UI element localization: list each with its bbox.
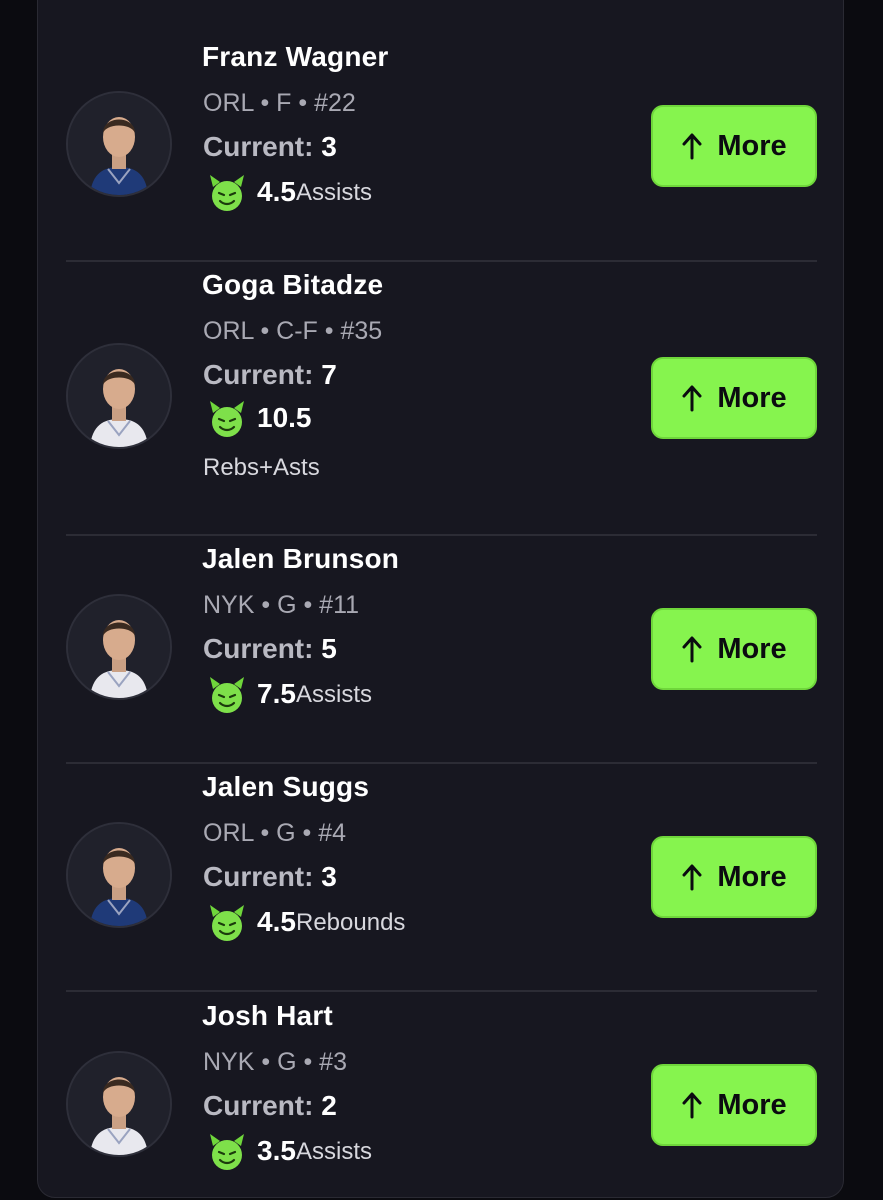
arrow-up-icon (682, 864, 702, 891)
current-stat: Current: 7 (203, 359, 337, 391)
more-button[interactable]: More (651, 836, 817, 918)
current-label: Current: (203, 1090, 314, 1121)
line-value: 3.5 (257, 1135, 296, 1166)
current-value: 3 (321, 861, 337, 892)
player-meta: NYK • G • #3 (203, 1048, 347, 1077)
arrow-up-icon (682, 385, 702, 412)
more-button[interactable]: More (651, 105, 817, 187)
arrow-up-icon (682, 133, 702, 160)
more-button-label: More (717, 632, 787, 665)
more-button[interactable]: More (651, 608, 817, 690)
line-value: 7.5 (257, 678, 296, 709)
more-button-label: More (717, 381, 787, 414)
player-avatar (66, 594, 172, 700)
row-divider (66, 762, 817, 764)
current-label: Current: (203, 861, 314, 892)
separator-dot: • (324, 317, 341, 345)
current-stat: Current: 3 (203, 861, 337, 893)
devil-face-icon (208, 399, 246, 439)
line-value: 4.5 (257, 176, 296, 207)
separator-dot: • (303, 1048, 320, 1076)
player-name: Jalen Brunson (202, 543, 400, 574)
player-name: Josh Hart (202, 1000, 333, 1031)
more-button-label: More (717, 1088, 787, 1121)
separator-dot: • (261, 1048, 278, 1076)
more-button[interactable]: More (651, 1064, 817, 1146)
jersey-number: #35 (340, 317, 383, 345)
arrow-up-icon (682, 636, 702, 663)
devil-face-icon (208, 1132, 246, 1172)
separator-dot: • (261, 591, 278, 619)
player-meta: ORL • F • #22 (203, 89, 356, 118)
player-position: F (276, 89, 292, 117)
stat-type: Rebs+Asts (203, 454, 320, 481)
more-button-label: More (717, 129, 787, 162)
player-avatar (66, 1051, 172, 1157)
line-value: 4.5 (257, 906, 296, 937)
player-name: Jalen Suggs (202, 771, 370, 802)
team-abbr: ORL (203, 819, 254, 847)
current-stat: Current: 5 (203, 633, 337, 665)
current-stat: Current: 2 (203, 1090, 337, 1122)
devil-face-icon (208, 675, 246, 715)
player-position: G (276, 819, 296, 847)
stat-type: Assists (296, 179, 373, 206)
separator-dot: • (303, 591, 320, 619)
separator-dot: • (298, 89, 315, 117)
line-value: 10.5 (257, 402, 312, 433)
more-button-label: More (717, 860, 787, 893)
stat-type: Assists (296, 1138, 373, 1165)
stat-type: Assists (296, 681, 373, 708)
stat-type: Rebounds (296, 909, 406, 936)
player-meta: ORL • G • #4 (203, 819, 346, 848)
team-abbr: ORL (203, 317, 254, 345)
current-label: Current: (203, 633, 314, 664)
jersey-number: #3 (319, 1048, 347, 1076)
separator-dot: • (302, 819, 319, 847)
separator-dot: • (260, 819, 277, 847)
player-meta: ORL • C-F • #35 (203, 317, 382, 346)
more-button[interactable]: More (651, 357, 817, 439)
current-label: Current: (203, 359, 314, 390)
separator-dot: • (260, 317, 277, 345)
player-position: G (277, 591, 297, 619)
player-position: C-F (276, 317, 318, 345)
current-value: 7 (321, 359, 337, 390)
row-divider (66, 534, 817, 536)
player-avatar (66, 343, 172, 449)
player-avatar (66, 822, 172, 928)
player-meta: NYK • G • #11 (203, 591, 359, 620)
player-position: G (277, 1048, 297, 1076)
player-name: Goga Bitadze (202, 269, 384, 300)
jersey-number: #11 (319, 591, 360, 619)
arrow-up-icon (682, 1092, 702, 1119)
current-value: 2 (321, 1090, 337, 1121)
team-abbr: NYK (203, 591, 255, 619)
current-label: Current: (203, 131, 314, 162)
devil-face-icon (208, 903, 246, 943)
separator-dot: • (260, 89, 277, 117)
current-stat: Current: 3 (203, 131, 337, 163)
player-list-card: Franz Wagner ORL • F • #22 Current: 3 4.… (37, 0, 844, 1198)
current-value: 3 (321, 131, 337, 162)
row-divider (66, 260, 817, 262)
player-avatar (66, 91, 172, 197)
current-value: 5 (321, 633, 337, 664)
team-abbr: ORL (203, 89, 254, 117)
jersey-number: #4 (318, 819, 347, 847)
team-abbr: NYK (203, 1048, 255, 1076)
row-divider (66, 990, 817, 992)
player-name: Franz Wagner (202, 41, 389, 72)
jersey-number: #22 (314, 89, 356, 117)
devil-face-icon (208, 173, 246, 213)
